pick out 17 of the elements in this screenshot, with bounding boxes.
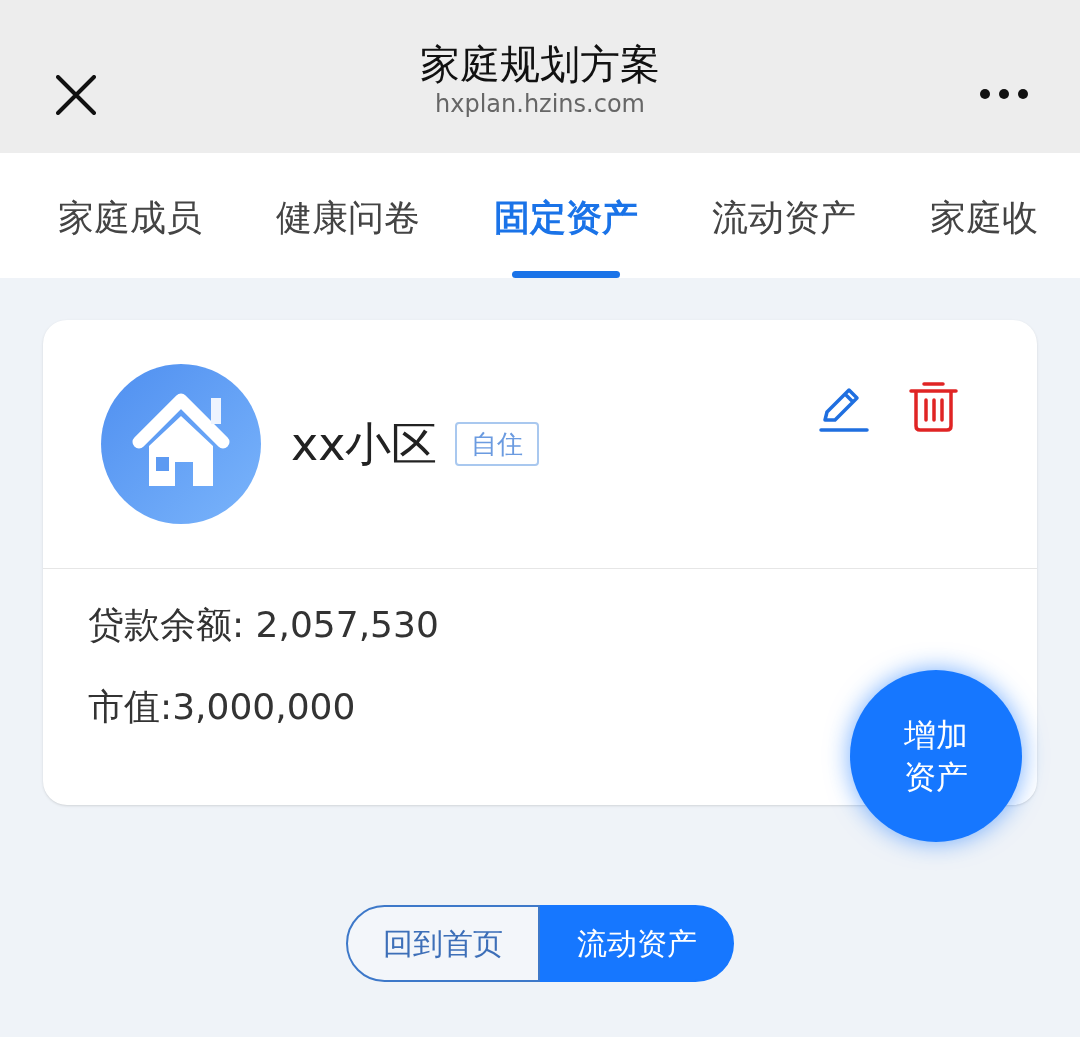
close-icon[interactable] xyxy=(56,75,96,115)
trash-icon[interactable] xyxy=(909,382,959,432)
asset-name: xx小区 xyxy=(291,415,438,473)
tab[interactable]: 家庭成员 xyxy=(58,153,202,278)
house-icon xyxy=(101,364,261,524)
nav-button[interactable]: 流动资产 xyxy=(540,905,734,982)
page-url: hxplan.hzins.com xyxy=(435,88,645,119)
asset-detail: 贷款余额: 2,057,530 xyxy=(88,603,440,647)
usage-tag: 自住 xyxy=(455,422,540,466)
tab[interactable]: 家庭收 xyxy=(930,153,1038,278)
tab[interactable]: 健康问卷 xyxy=(276,153,420,278)
tab[interactable]: 流动资产 xyxy=(712,153,856,278)
more-icon[interactable] xyxy=(980,88,1028,100)
nav-button[interactable]: 回到首页 xyxy=(346,905,540,982)
tab[interactable]: 固定资产 xyxy=(494,153,638,278)
asset-detail: 市值:3,000,000 xyxy=(88,685,357,729)
page-title: 家庭规划方案 xyxy=(420,39,660,89)
